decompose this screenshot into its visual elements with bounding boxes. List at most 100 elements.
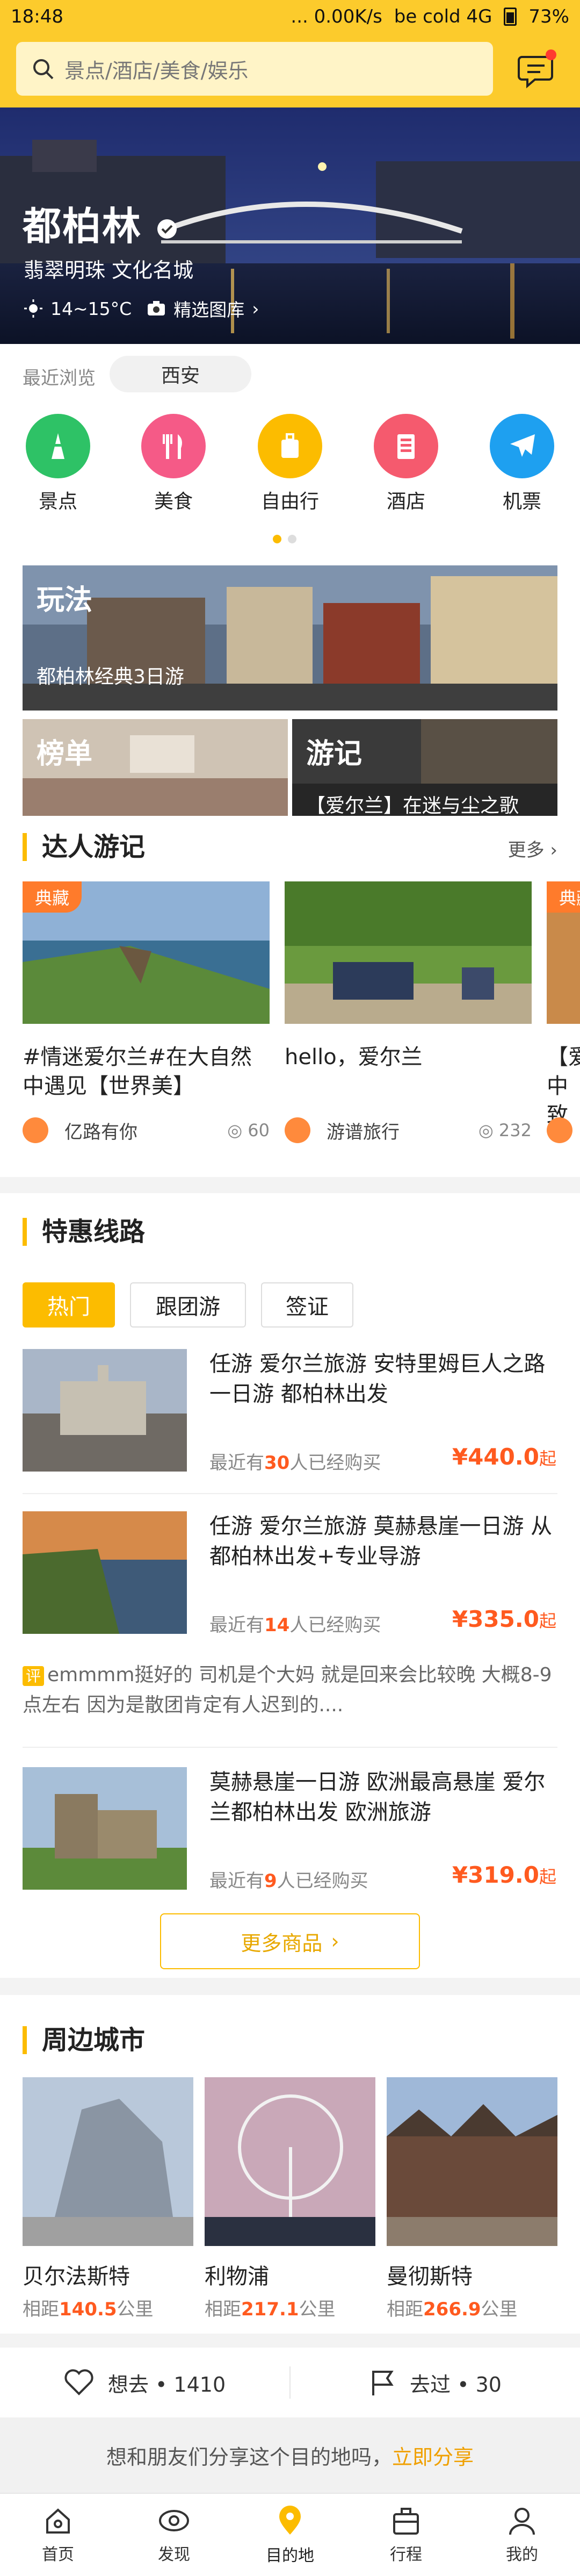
city-tagline: 翡翠明珠 文化名城 <box>24 259 194 282</box>
nav-destination[interactable]: 目的地 <box>232 2494 348 2576</box>
eye-icon: ◎ <box>478 1120 499 1140</box>
distance-unit: 公里 <box>481 2299 518 2320</box>
travelogue-card[interactable]: 典藏 【爱中致 <box>547 881 580 1161</box>
sold-prefix: 最近有 <box>209 1870 264 1892</box>
nearby-image <box>205 2077 375 2246</box>
want-label: 想去 • 1410 <box>107 2372 226 2396</box>
nav-label: 发现 <box>158 2545 190 2564</box>
category-label: 机票 <box>502 491 541 513</box>
more-products-label: 更多商品 <box>241 1931 323 1955</box>
page-dot-active <box>273 535 281 543</box>
travelogue-card[interactable]: 典藏 #情迷爱尔兰#在大自然中遇见【世界美】 亿路有你 ◎ 60 <box>23 881 270 1161</box>
tab-group-tour[interactable]: 跟团游 <box>130 1282 246 1328</box>
views-count: ◎ 60 <box>227 1120 270 1140</box>
heart-icon <box>64 2369 93 2395</box>
search-placeholder: 景点/酒店/美食/娱乐 <box>64 59 249 83</box>
review-text: emmmm挺好的 司机是个大妈 就是回来会比较晚 大概8-9点左右 因为是散团肯… <box>23 1664 552 1716</box>
sold-prefix: 最近有 <box>209 1615 264 1636</box>
travelogue-card[interactable]: hello，爱尔兰 游谱旅行 ◎ 232 <box>285 881 532 1161</box>
deal-item[interactable]: 任游 爱尔兰旅游 安特里姆巨人之路一日游 都柏林出发 最近有30人已经购买 ¥4… <box>0 1349 580 1474</box>
nearby-city-card[interactable]: 贝尔法斯特 相距140.5公里 <box>23 2077 193 2321</box>
rank-card[interactable]: 榜单 <box>23 719 288 816</box>
notes-title: 游记 <box>306 738 363 770</box>
chevron-right-icon: › <box>331 1929 339 1953</box>
price-unit: 起 <box>539 1611 556 1631</box>
travelogue-card-title: hello，爱尔兰 <box>285 1045 423 1070</box>
recent-item[interactable]: 西安 <box>110 356 251 392</box>
plane-icon <box>490 414 554 478</box>
nearby-city-distance: 相距140.5公里 <box>23 2294 193 2321</box>
gallery-link[interactable]: 精选图库 <box>173 296 244 321</box>
notes-subtitle: 【爱尔兰】在迷与尘之歌 <box>306 795 519 816</box>
nav-discover[interactable]: 发现 <box>116 2494 232 2576</box>
tab-hot[interactable]: 热门 <box>23 1282 115 1328</box>
author-name: 游谱旅行 <box>327 1121 400 1143</box>
play-section: 玩法 都柏林经典3日游 榜单 游记 【爱尔兰】在迷与尘之歌 <box>0 559 580 817</box>
deal-item[interactable]: 任游 爱尔兰旅游 莫赫悬崖一日游 从都柏林出发+专业导游 最近有14人已经购买 … <box>0 1511 580 1637</box>
nearby-city-card[interactable]: 利物浦 相距217.1公里 <box>205 2077 375 2321</box>
more-label: 更多 <box>508 839 545 861</box>
chat-icon <box>518 49 556 89</box>
category-free-travel[interactable]: 自由行 <box>247 414 333 514</box>
deal-sold: 最近有14人已经购买 <box>209 1610 381 1637</box>
eye-icon: ◎ <box>227 1120 248 1140</box>
hotel-icon <box>374 414 438 478</box>
category-hotel[interactable]: 酒店 <box>363 414 449 514</box>
sold-suffix: 人已经购买 <box>277 1870 368 1892</box>
price-unit: 起 <box>539 1867 556 1887</box>
been-button[interactable]: 去过 • 30 <box>291 2368 580 2398</box>
temperature: 14~15°C <box>50 298 132 319</box>
search-input[interactable]: 景点/酒店/美食/娱乐 <box>16 42 493 96</box>
category-scenic[interactable]: 景点 <box>15 414 101 514</box>
share-link[interactable]: 立即分享 <box>392 2441 474 2470</box>
notes-card[interactable]: 游记 【爱尔兰】在迷与尘之歌 <box>292 719 557 816</box>
deal-sold: 最近有30人已经购买 <box>209 1448 381 1474</box>
deal-image <box>23 1349 187 1472</box>
eye-icon <box>159 2509 189 2531</box>
category-label: 景点 <box>38 491 77 513</box>
deals-title: 特惠线路 <box>23 1218 145 1246</box>
nav-label: 我的 <box>506 2545 538 2564</box>
nearby-city-card[interactable]: 曼彻斯特 相距266.9公里 <box>387 2077 557 2321</box>
collection-badge: 典藏 <box>23 881 82 913</box>
play-card[interactable]: 玩法 都柏林经典3日游 <box>23 565 557 711</box>
category-label: 美食 <box>154 491 193 513</box>
deal-review: 评 emmmm挺好的 司机是个大妈 就是回来会比较晚 大概8-9点左右 因为是散团… <box>23 1661 557 1720</box>
luggage-icon <box>258 414 322 478</box>
category-food[interactable]: 美食 <box>130 414 216 514</box>
nav-home[interactable]: 首页 <box>0 2494 116 2576</box>
want-button[interactable]: 想去 • 1410 <box>0 2368 289 2398</box>
category-flight[interactable]: 机票 <box>479 414 565 514</box>
suitcase-icon <box>393 2507 419 2535</box>
battery-icon <box>504 8 517 26</box>
status-bar: 18:48 ... 0.00K/s be cold 4G 73% <box>0 0 580 33</box>
deal-price: ¥440.0起 <box>452 1444 556 1470</box>
deal-title: 莫赫悬崖一日游 欧洲最高悬崖 爱尔兰都柏林出发 欧洲旅游 <box>209 1770 546 1825</box>
travelogue-more[interactable]: 更多 › <box>508 835 557 862</box>
deal-image <box>23 1511 187 1634</box>
deal-title: 任游 爱尔兰旅游 安特里姆巨人之路一日游 都柏林出发 <box>209 1352 546 1407</box>
travelogue-card-author <box>547 1117 580 1144</box>
deal-item[interactable]: 莫赫悬崖一日游 欧洲最高悬崖 爱尔兰都柏林出发 欧洲旅游 最近有9人已经购买 ¥… <box>0 1767 580 1892</box>
sun-icon <box>24 299 42 318</box>
chevron-right-icon: › <box>550 839 557 861</box>
nav-profile[interactable]: 我的 <box>464 2494 580 2576</box>
distance-value: 140.5 <box>59 2299 117 2320</box>
chevron-right-icon: › <box>252 298 259 319</box>
message-button[interactable] <box>516 47 559 90</box>
collection-badge: 典藏 <box>547 881 580 913</box>
author-name: 亿路有你 <box>64 1121 137 1143</box>
more-products-button[interactable]: 更多商品 › <box>160 1913 420 1969</box>
nav-label: 首页 <box>42 2545 74 2564</box>
tab-visa[interactable]: 签证 <box>261 1282 353 1328</box>
price-value: ¥319.0 <box>452 1862 539 1888</box>
nav-itinerary[interactable]: 行程 <box>348 2494 464 2576</box>
nearby-city-name: 贝尔法斯特 <box>23 2264 130 2289</box>
distance-unit: 公里 <box>299 2299 336 2320</box>
divider <box>23 1747 557 1748</box>
status-speed: ... 0.00K/s <box>291 6 382 27</box>
travelogue-image <box>285 881 532 1024</box>
travelogue-image: 典藏 <box>23 881 270 1024</box>
deal-sold: 最近有9人已经购买 <box>209 1866 368 1892</box>
views-value: 60 <box>248 1120 270 1140</box>
